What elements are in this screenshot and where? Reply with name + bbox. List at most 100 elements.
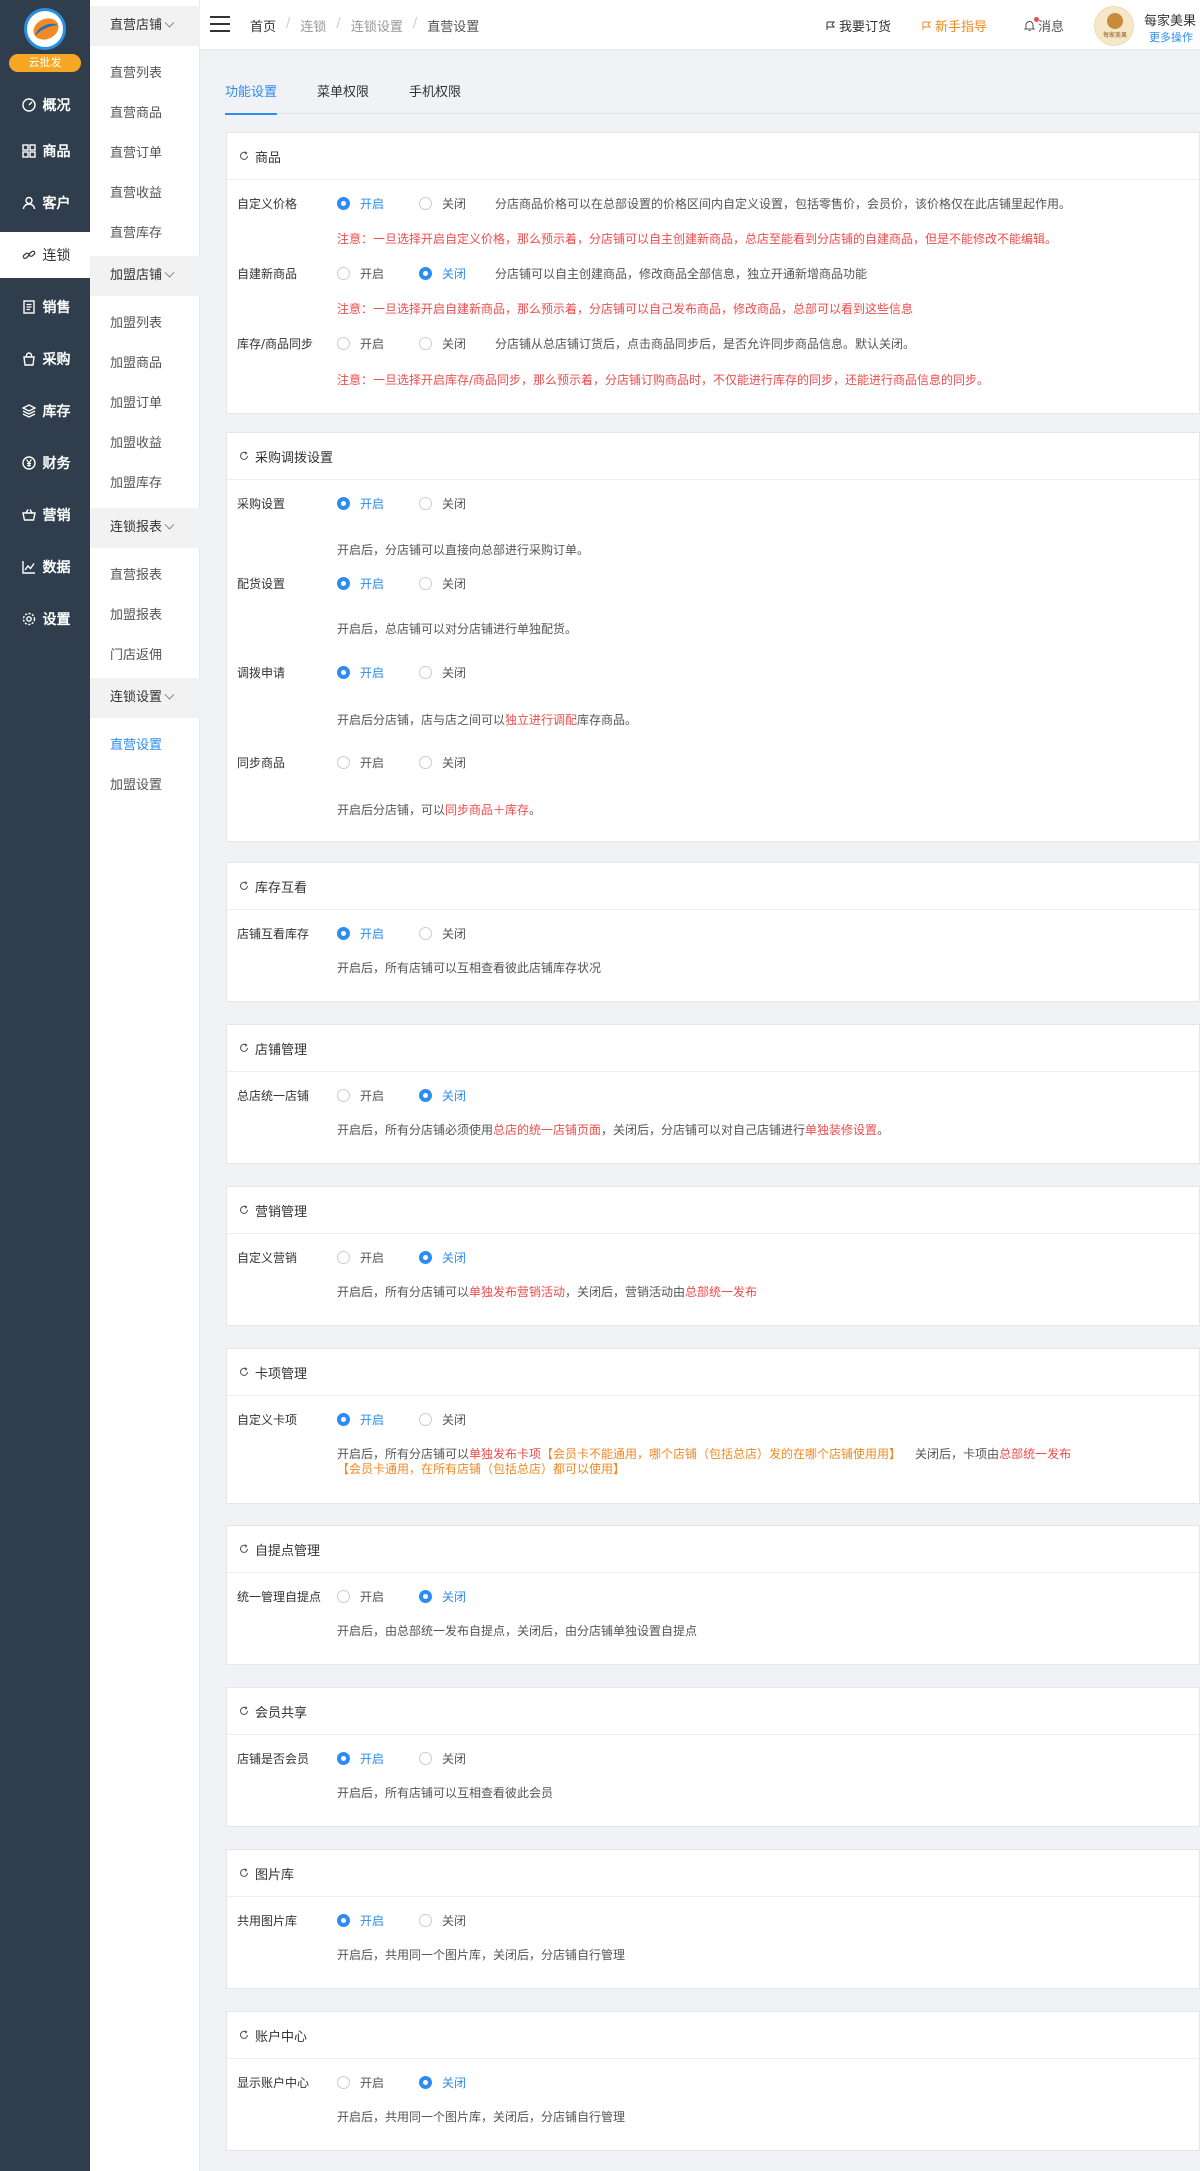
card-off-radio[interactable]: 关闭 <box>419 1411 466 1428</box>
purchase-2-on-radio[interactable]: 开启 <box>337 664 384 681</box>
chevron-down-icon <box>164 267 175 278</box>
basket-icon <box>20 507 38 523</box>
setting-description: 开启后，共用同一个图片库，关闭后，分店铺自行管理 <box>337 2108 625 2125</box>
radio-unchecked-icon <box>419 756 432 769</box>
store-off-radio[interactable]: 关闭 <box>419 1087 466 1104</box>
brand-logo[interactable]: 云批发 <box>0 0 90 76</box>
submenu-item-franchise-report[interactable]: 加盟报表 <box>110 604 162 623</box>
refresh-icon <box>239 881 249 891</box>
nav-item-user[interactable]: 客户 <box>0 180 90 226</box>
breadcrumb-current: 直营设置 <box>427 20 480 35</box>
nav-item-basket[interactable]: 营销 <box>0 492 90 538</box>
radio-checked-icon <box>337 1413 350 1426</box>
goods-2-off-radio[interactable]: 关闭 <box>419 335 466 352</box>
radio-checked-icon <box>419 267 432 280</box>
submenu-item-franchise-income[interactable]: 加盟收益 <box>110 432 162 451</box>
member-off-radio[interactable]: 关闭 <box>419 1750 466 1767</box>
stock-off-radio[interactable]: 关闭 <box>419 925 466 942</box>
card-on-radio[interactable]: 开启 <box>337 1411 384 1428</box>
purchase-3-off-radio[interactable]: 关闭 <box>419 754 466 771</box>
setting-label: 店铺是否会员 <box>237 1752 310 1766</box>
member-on-radio[interactable]: 开启 <box>337 1750 384 1767</box>
bell-icon <box>1024 16 1039 32</box>
nav-item-gear[interactable]: 设置 <box>0 596 90 642</box>
radio-unchecked-icon <box>419 927 432 940</box>
breadcrumb-chain[interactable]: 连锁 <box>300 16 326 35</box>
purchase-2-off-radio[interactable]: 关闭 <box>419 664 466 681</box>
submenu-item-direct-income[interactable]: 直营收益 <box>110 182 162 201</box>
purchase-0-on-radio[interactable]: 开启 <box>337 495 384 512</box>
description-text: 开启后，共用同一个图片库，关闭后，分店铺自行管理 <box>337 1948 626 1962</box>
nav-item-yen[interactable]: 财务 <box>0 440 90 486</box>
order-link[interactable]: 我要订货 <box>826 16 891 35</box>
more-actions-link[interactable]: 更多操作 <box>1149 29 1193 45</box>
breadcrumb-home[interactable]: 首页 <box>250 16 276 35</box>
user-name[interactable]: 每家美果 <box>1144 10 1196 29</box>
goods-0-off-radio[interactable]: 关闭 <box>419 195 466 212</box>
submenu-item-direct-list[interactable]: 直营列表 <box>110 62 162 81</box>
description-text: 开启后，所有分店铺必须使用 <box>337 1123 494 1137</box>
submenu-item-franchise-goods[interactable]: 加盟商品 <box>110 352 162 371</box>
message-link[interactable]: 消息 <box>1024 16 1064 35</box>
menu-toggle-icon[interactable] <box>210 16 230 32</box>
goods-2-on-radio[interactable]: 开启 <box>337 335 384 352</box>
account-on-radio[interactable]: 开启 <box>337 2074 384 2091</box>
guide-link[interactable]: 新手指导 <box>922 16 987 35</box>
tab-mobile-permissions[interactable]: 手机权限 <box>409 84 461 114</box>
grid-icon <box>20 143 38 159</box>
nav-item-link[interactable]: 连锁 <box>0 232 90 278</box>
nav-item-grid[interactable]: 商品 <box>0 128 90 174</box>
submenu-group-franchise[interactable]: 加盟店铺 <box>90 256 200 296</box>
purchase-3-on-radio[interactable]: 开启 <box>337 754 384 771</box>
tab-function-settings[interactable]: 功能设置 <box>225 84 278 115</box>
description-text: 库存商品。 <box>577 713 638 727</box>
nav-item-document[interactable]: 销售 <box>0 284 90 330</box>
marketing-off-radio[interactable]: 关闭 <box>419 1249 466 1266</box>
radio-unchecked-icon <box>419 666 432 679</box>
tab-menu-permissions[interactable]: 菜单权限 <box>317 84 369 114</box>
account-off-radio[interactable]: 关闭 <box>419 2074 466 2091</box>
goods-1-on-radio[interactable]: 开启 <box>337 265 384 282</box>
setting-description: 开启后，所有分店铺可以单独发布营销活动，关闭后，营销活动由总部统一发布 <box>337 1283 757 1300</box>
submenu-item-direct-settings[interactable]: 直营设置 <box>110 734 162 753</box>
pickup-off-radio[interactable]: 关闭 <box>419 1588 466 1605</box>
nav-item-chart[interactable]: 数据 <box>0 544 90 590</box>
pickup-on-radio[interactable]: 开启 <box>337 1588 384 1605</box>
submenu-item-franchise-orders[interactable]: 加盟订单 <box>110 392 162 411</box>
submenu-item-franchise-list[interactable]: 加盟列表 <box>110 312 162 331</box>
description-text: ，关闭后，营销活动由 <box>565 1285 686 1299</box>
submenu-group-settings[interactable]: 连锁设置 <box>90 678 200 718</box>
purchase-1-off-radio[interactable]: 关闭 <box>419 575 466 592</box>
setting-description: 分店铺从总店铺订货后，点击商品同步后，是否允许同步商品信息。默认关闭。 <box>495 337 916 351</box>
highlight-text: 单独发布营销活动 <box>469 1285 566 1299</box>
submenu-item-franchise-stock[interactable]: 加盟库存 <box>110 472 162 491</box>
nav-item-dashboard[interactable]: 概况 <box>0 82 90 128</box>
breadcrumb-chain-settings[interactable]: 连锁设置 <box>351 16 403 35</box>
submenu-group-direct[interactable]: 直营店铺 <box>90 6 200 46</box>
goods-1-off-radio[interactable]: 关闭 <box>419 265 466 282</box>
marketing-on-radio[interactable]: 开启 <box>337 1249 384 1266</box>
store-on-radio[interactable]: 开启 <box>337 1087 384 1104</box>
submenu-item-direct-goods[interactable]: 直营商品 <box>110 102 162 121</box>
goods-0-on-radio[interactable]: 开启 <box>337 195 384 212</box>
submenu-item-direct-orders[interactable]: 直营订单 <box>110 142 162 161</box>
submenu-group-reports[interactable]: 连锁报表 <box>90 508 200 548</box>
section-header: 账户中心 <box>227 2012 1199 2059</box>
gallery-off-radio[interactable]: 关闭 <box>419 1912 466 1929</box>
refresh-icon <box>239 1367 249 1377</box>
submenu-item-direct-stock[interactable]: 直营库存 <box>110 222 162 241</box>
purchase-1-on-radio[interactable]: 开启 <box>337 575 384 592</box>
submenu-item-franchise-settings[interactable]: 加盟设置 <box>110 774 162 793</box>
radio-unchecked-icon <box>337 756 350 769</box>
avatar[interactable]: 每家美果 <box>1094 6 1134 46</box>
highlight-text: 总店的统一店铺页面 <box>493 1123 602 1137</box>
submenu-item-store-rebate[interactable]: 门店返佣 <box>110 644 162 663</box>
stock-on-radio[interactable]: 开启 <box>337 925 384 942</box>
nav-item-layers[interactable]: 库存 <box>0 388 90 434</box>
submenu-item-direct-report[interactable]: 直营报表 <box>110 564 162 583</box>
gallery-on-radio[interactable]: 开启 <box>337 1912 384 1929</box>
setting-label: 自定义卡项 <box>237 1413 298 1427</box>
nav-item-bag[interactable]: 采购 <box>0 336 90 382</box>
refresh-icon <box>239 1868 249 1878</box>
purchase-0-off-radio[interactable]: 关闭 <box>419 495 466 512</box>
